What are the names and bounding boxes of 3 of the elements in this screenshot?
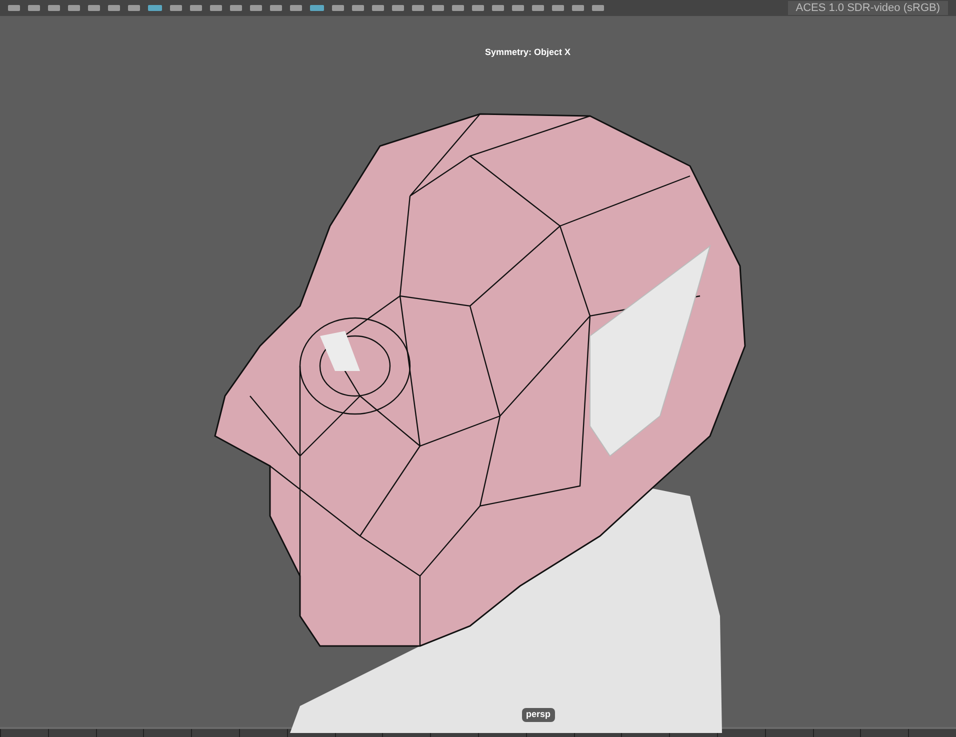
camera-label: persp bbox=[522, 708, 555, 722]
viewport-heading: Symmetry: Object X bbox=[485, 46, 571, 59]
color-space-dropdown[interactable]: ACES 1.0 SDR-video (sRGB) bbox=[788, 1, 948, 15]
